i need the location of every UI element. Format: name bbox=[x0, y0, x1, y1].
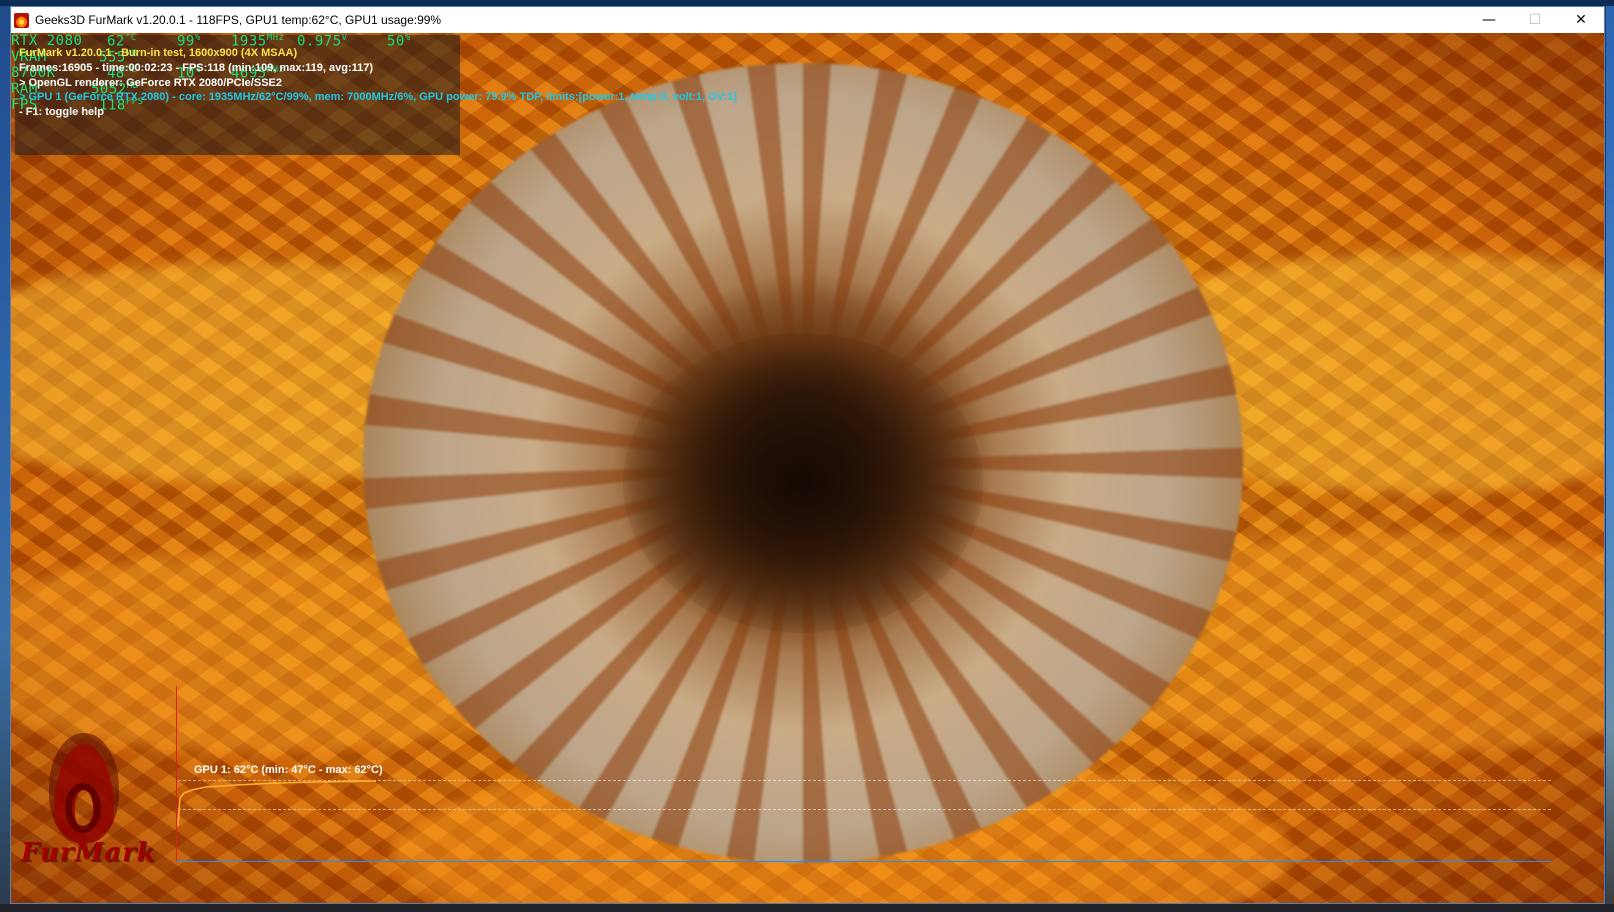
title-bar[interactable]: Geeks3D FurMark v1.20.0.1 - 118FPS, GPU1… bbox=[11, 7, 1604, 33]
furmark-app-icon[interactable] bbox=[14, 12, 29, 28]
fur-donut-center bbox=[623, 333, 983, 633]
gpu-voltage: 0.975V bbox=[297, 33, 348, 50]
overlay-gpu-line: > GPU 1 (GeForce RTX 2080) - core: 1935M… bbox=[19, 91, 737, 103]
render-viewport: RTX 2080 62°C 99% 1935MHz 0.975V 50% VRA… bbox=[11, 33, 1604, 903]
desktop-background-right bbox=[1606, 0, 1614, 912]
overlay-help-line: - F1: toggle help bbox=[19, 106, 104, 118]
gpu-fan: 50% bbox=[387, 33, 411, 50]
desktop-background-left bbox=[0, 0, 10, 912]
temperature-graph: GPU 1: 62°C (min: 47°C - max: 62°C) bbox=[176, 686, 1556, 862]
maximize-button[interactable]: ☐ bbox=[1512, 7, 1558, 33]
overlay-renderer-line: > OpenGL renderer: GeForce RTX 2080/PCIe… bbox=[19, 77, 282, 89]
logo-text: FurMark bbox=[21, 838, 156, 868]
minimize-button[interactable]: — bbox=[1466, 7, 1512, 33]
furmark-logo: FurMark bbox=[21, 733, 171, 873]
overlay-frames-line: Frames:16905 - time:00:02:23 - FPS:118 (… bbox=[19, 62, 374, 74]
temperature-line-svg bbox=[177, 780, 377, 827]
temperature-curve bbox=[177, 780, 377, 827]
logo-ring bbox=[65, 783, 101, 833]
window-controls: — ☐ ✕ bbox=[1466, 7, 1604, 33]
close-button[interactable]: ✕ bbox=[1558, 7, 1604, 33]
furmark-window: Geeks3D FurMark v1.20.0.1 - 118FPS, GPU1… bbox=[10, 6, 1605, 904]
overlay-title-line: FurMark v1.20.0.1 - Burn-in test, 1600x9… bbox=[19, 47, 298, 59]
window-title: Geeks3D FurMark v1.20.0.1 - 118FPS, GPU1… bbox=[35, 13, 442, 27]
desktop-background-bottom bbox=[0, 904, 1614, 912]
